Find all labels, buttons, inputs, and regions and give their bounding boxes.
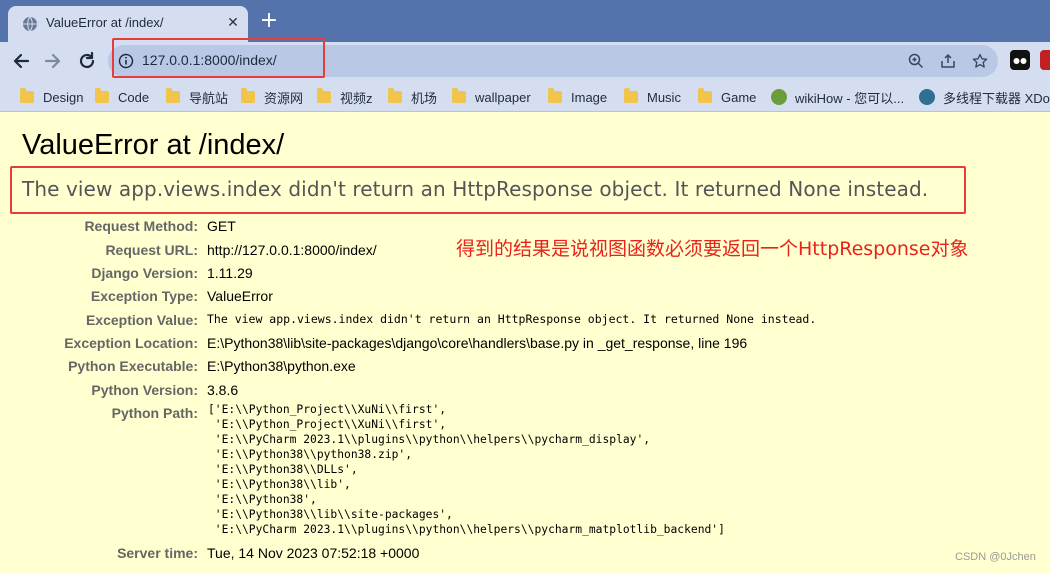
glasses-icon bbox=[1013, 58, 1027, 64]
bookmark-video[interactable]: 视频z bbox=[317, 88, 373, 106]
bookmarks-bar: Design Code 导航站 资源网 视频z 机场 wallpaper Ima… bbox=[0, 80, 1050, 112]
folder-icon bbox=[241, 88, 255, 103]
back-icon[interactable] bbox=[10, 50, 32, 72]
folder-icon bbox=[548, 88, 562, 103]
new-tab-button[interactable]: + bbox=[258, 10, 280, 32]
bookmark-nav[interactable]: 导航站 bbox=[166, 88, 228, 106]
folder-icon bbox=[317, 88, 331, 103]
exception-location-value: E:\Python38\lib\site-packages\django\cor… bbox=[207, 335, 748, 351]
xdown-icon bbox=[919, 89, 935, 105]
tab-strip: ValueError at /index/ ✕ + bbox=[0, 0, 1050, 42]
bookmark-wikihow[interactable]: wikiHow - 您可以... bbox=[771, 88, 904, 106]
exception-value-label: Exception Value: bbox=[85, 312, 198, 328]
server-time-label: Server time: bbox=[117, 545, 198, 561]
reload-icon[interactable] bbox=[76, 50, 98, 72]
folder-icon bbox=[452, 88, 466, 103]
zoom-icon[interactable] bbox=[908, 53, 924, 69]
folder-icon bbox=[624, 88, 638, 103]
bookmark-xdown[interactable]: 多线程下载器 XDo... bbox=[919, 88, 1050, 106]
summary-highlight-box bbox=[10, 166, 966, 214]
url-highlight-box bbox=[112, 38, 325, 78]
exception-type-value: ValueError bbox=[207, 288, 273, 304]
star-icon[interactable] bbox=[972, 53, 988, 69]
page-content: ValueError at /index/ The view app.views… bbox=[0, 113, 1050, 573]
annotation-note: 得到的结果是说视图函数必须要返回一个HttpResponse对象 bbox=[456, 238, 969, 260]
globe-icon bbox=[23, 16, 37, 32]
python-path-value: ['E:\\Python_Project\\XuNi\\first', 'E:\… bbox=[208, 403, 725, 536]
shield-extension-icon[interactable] bbox=[1040, 50, 1050, 70]
extension-icon[interactable] bbox=[1010, 50, 1030, 70]
watermark: CSDN @0Jchen bbox=[955, 551, 1036, 563]
bookmark-image[interactable]: Image bbox=[548, 88, 607, 106]
folder-icon bbox=[698, 88, 712, 103]
folder-icon bbox=[166, 88, 180, 103]
request-method-label: Request Method: bbox=[84, 218, 198, 234]
django-version-label: Django Version: bbox=[91, 265, 198, 281]
request-url-value: http://127.0.0.1:8000/index/ bbox=[207, 242, 377, 258]
python-executable-value: E:\Python38\python.exe bbox=[207, 358, 356, 374]
bookmark-game[interactable]: Game bbox=[698, 88, 756, 106]
wikihow-icon bbox=[771, 89, 787, 105]
exception-type-label: Exception Type: bbox=[90, 288, 198, 304]
bookmark-code[interactable]: Code bbox=[95, 88, 149, 106]
exception-location-label: Exception Location: bbox=[64, 335, 198, 351]
folder-icon bbox=[388, 88, 402, 103]
bookmark-music[interactable]: Music bbox=[624, 88, 681, 106]
share-icon[interactable] bbox=[940, 53, 956, 69]
request-method-value: GET bbox=[207, 218, 236, 234]
server-time-value: Tue, 14 Nov 2023 07:52:18 +0000 bbox=[207, 545, 420, 561]
python-version-value: 3.8.6 bbox=[207, 382, 239, 398]
close-tab-icon[interactable]: ✕ bbox=[223, 13, 243, 33]
python-path-label: Python Path: bbox=[111, 405, 198, 421]
bookmark-wallpaper[interactable]: wallpaper bbox=[452, 88, 531, 106]
exception-value-value: The view app.views.index didn't return a… bbox=[207, 312, 817, 326]
bookmark-design[interactable]: Design bbox=[20, 88, 83, 106]
bookmark-resources[interactable]: 资源网 bbox=[241, 88, 303, 106]
browser-tab[interactable]: ValueError at /index/ ✕ bbox=[8, 6, 248, 42]
tab-title: ValueError at /index/ bbox=[46, 15, 164, 30]
django-version-value: 1.11.29 bbox=[207, 265, 253, 281]
python-version-label: Python Version: bbox=[91, 382, 198, 398]
forward-icon[interactable] bbox=[42, 50, 64, 72]
page-title: ValueError at /index/ bbox=[22, 129, 285, 161]
folder-icon bbox=[95, 88, 109, 103]
python-executable-label: Python Executable: bbox=[68, 358, 198, 374]
bookmark-airport[interactable]: 机场 bbox=[388, 88, 437, 106]
folder-icon bbox=[20, 88, 34, 103]
request-url-label: Request URL: bbox=[105, 242, 198, 258]
